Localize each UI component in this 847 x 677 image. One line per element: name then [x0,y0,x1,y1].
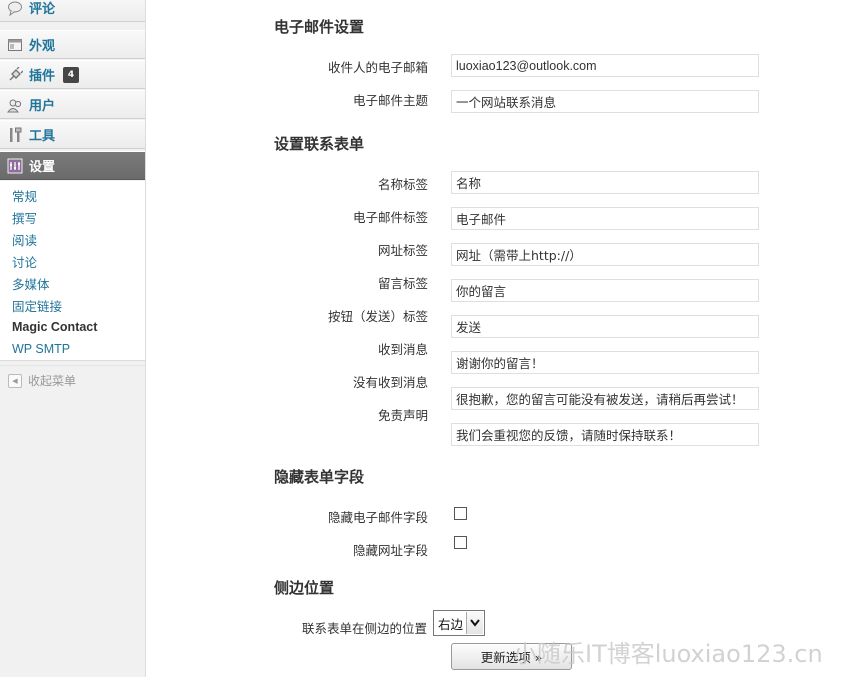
menu-label: 评论 [29,2,56,17]
submenu-item-reading[interactable]: 阅读 [12,230,37,249]
submenu-item-general[interactable]: 常规 [12,186,37,205]
menu-item-settings[interactable]: 设置 [0,151,145,180]
collapse-menu-button[interactable]: ◀ 收起菜单 [0,365,145,395]
settings-icon [6,157,24,175]
submenu-item-discussion[interactable]: 讨论 [12,252,37,271]
position-select-value: 右边 [438,616,464,632]
menu-label: 设置 [29,160,56,175]
contact-form-heading: 设置联系表单 [274,135,365,153]
collapse-menu-label: 收起菜单 [28,374,77,388]
email-label-input[interactable] [451,207,759,230]
menu-label: 外观 [29,39,56,54]
received-message-input[interactable] [451,351,759,374]
submenu-item-magic-contact[interactable]: Magic Contact [12,320,97,334]
hide-email-field-label: 隐藏电子邮件字段 [327,510,428,525]
send-button-label-label: 按钮（发送）标签 [327,309,428,324]
url-label-label: 网址标签 [377,243,428,258]
email-label-label: 电子邮件标签 [352,210,428,225]
disclaimer-input[interactable] [451,423,759,446]
admin-sidebar: 评论 外观 插件 4 用户 工具 设置 常规 撰写 阅读 讨论 多媒体 固定链接… [0,0,146,677]
chevron-down-icon[interactable] [466,612,483,634]
hide-email-field-checkbox[interactable] [454,507,467,520]
users-icon [6,96,24,114]
hide-url-field-checkbox[interactable] [454,536,467,549]
message-label-input[interactable] [451,279,759,302]
menu-label: 工具 [29,129,56,144]
name-label-input[interactable] [451,171,759,194]
menu-item-plugins[interactable]: 插件 4 [0,60,145,89]
submenu-item-wp-smtp[interactable]: WP SMTP [12,342,70,356]
appearance-icon [6,36,24,54]
plugin-icon [6,66,24,84]
not-received-message-input[interactable] [451,387,759,410]
menu-item-comments[interactable]: 评论 [0,0,145,22]
position-label: 联系表单在侧边的位置 [301,621,427,636]
recipient-email-label: 收件人的电子邮箱 [327,60,428,75]
menu-label: 插件 [29,69,56,84]
message-label-label: 留言标签 [377,276,428,291]
submenu-item-media[interactable]: 多媒体 [12,274,50,293]
hide-fields-heading: 隐藏表单字段 [274,468,365,486]
menu-item-appearance[interactable]: 外观 [0,30,145,59]
url-label-input[interactable] [451,243,759,266]
menu-label: 用户 [29,99,56,114]
email-subject-label: 电子邮件主题 [352,93,428,108]
collapse-arrow-icon: ◀ [8,373,22,388]
settings-submenu: 常规 撰写 阅读 讨论 多媒体 固定链接 Magic Contact WP SM… [0,181,145,361]
hide-url-field-label: 隐藏网址字段 [352,543,428,558]
email-settings-heading: 电子邮件设置 [274,18,365,36]
submenu-item-writing[interactable]: 撰写 [12,208,37,227]
menu-item-tools[interactable]: 工具 [0,120,145,149]
update-options-button[interactable]: 更新选项 » [451,643,572,670]
comment-icon [6,0,24,17]
submenu-item-permalinks[interactable]: 固定链接 [12,296,62,315]
not-received-message-label: 没有收到消息 [352,375,428,390]
send-button-label-input[interactable] [451,315,759,338]
email-subject-input[interactable] [451,90,759,113]
sidebar-position-heading: 侧边位置 [274,579,335,597]
update-count-badge: 4 [63,66,80,83]
tools-icon [6,126,24,144]
received-message-label: 收到消息 [377,342,428,357]
name-label-label: 名称标签 [377,177,428,192]
position-select[interactable]: 右边 [433,610,485,636]
disclaimer-label: 免责声明 [377,408,428,423]
menu-item-users[interactable]: 用户 [0,90,145,119]
recipient-email-input[interactable] [451,54,759,77]
